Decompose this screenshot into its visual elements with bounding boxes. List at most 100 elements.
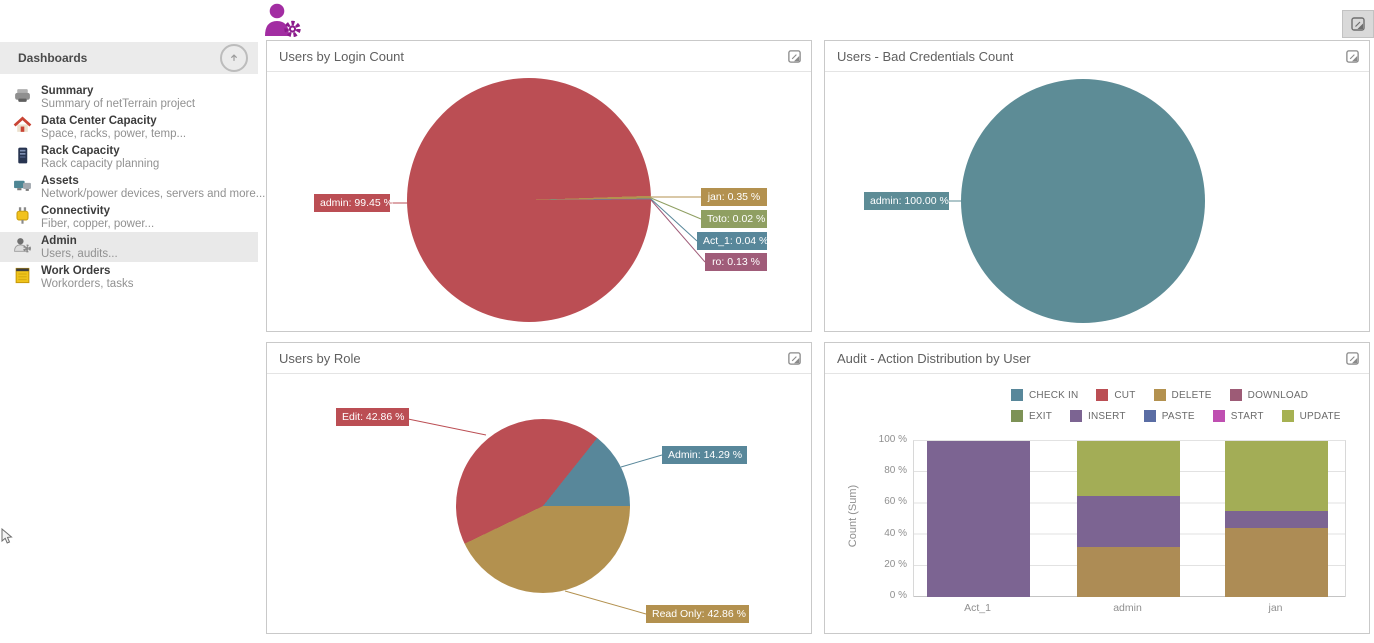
panel-users-bad-credentials: Users - Bad Credentials Count admin: 100… [824, 40, 1370, 332]
stacked-bar-jan[interactable] [1225, 441, 1328, 597]
sidebar-item-title: Summary [41, 85, 195, 98]
panel-header: Users by Role [267, 343, 811, 374]
bar-segment-update[interactable] [1225, 441, 1328, 511]
panel-users-by-role: Users by Role Edit: 42.86 % Admin: 14.29… [266, 342, 812, 634]
legend-item-start[interactable]: START [1213, 410, 1264, 422]
sidebar-item-subtitle: Workorders, tasks [41, 278, 133, 290]
y-tick: 60 % [865, 496, 907, 507]
sidebar-item-assets[interactable]: Assets Network/power devices, servers an… [0, 172, 258, 202]
sidebar-item-text: Assets Network/power devices, servers an… [41, 175, 265, 200]
pie-bad-credentials[interactable] [961, 79, 1205, 323]
sidebar-item-title: Admin [41, 235, 118, 248]
y-tick: 40 % [865, 528, 907, 539]
sidebar-item-summary[interactable]: Summary Summary of netTerrain project [0, 82, 258, 112]
pie-users-by-role[interactable] [456, 419, 630, 593]
sidebar-item-title: Assets [41, 175, 265, 188]
bar-segment-delete[interactable] [1225, 528, 1328, 597]
legend-swatch [1154, 389, 1166, 401]
panel-header: Audit - Action Distribution by User [825, 343, 1369, 374]
sidebar-item-subtitle: Users, audits... [41, 248, 118, 260]
bar-segment-insert[interactable] [927, 441, 1030, 597]
bar-segment-update[interactable] [1077, 441, 1180, 496]
export-page-button[interactable] [1342, 10, 1374, 38]
bar-segment-insert[interactable] [1225, 511, 1328, 528]
legend-item-exit[interactable]: EXIT [1011, 410, 1052, 422]
export-image-icon [1345, 351, 1360, 366]
sidebar-item-connectivity[interactable]: Connectivity Fiber, copper, power... [0, 202, 258, 232]
summary-icon [13, 86, 32, 105]
legend-item-paste[interactable]: PASTE [1144, 410, 1195, 422]
sidebar-item-data-center-capacity[interactable]: Data Center Capacity Space, racks, power… [0, 112, 258, 142]
connectivity-icon [13, 206, 32, 225]
bar-chart-legend: CHECK IN CUT DELETE DOWNLOAD EXIT INSERT… [1011, 389, 1365, 422]
bar-segment-delete[interactable] [1077, 547, 1180, 597]
export-image-icon [1350, 16, 1366, 32]
sidebar-item-subtitle: Summary of netTerrain project [41, 98, 195, 110]
panel-audit-action-distribution: Audit - Action Distribution by User CHEC… [824, 342, 1370, 634]
sidebar-item-text: Summary Summary of netTerrain project [41, 85, 195, 110]
sidebar-item-title: Rack Capacity [41, 145, 159, 158]
legend-label: UPDATE [1300, 411, 1341, 422]
sidebar-item-title: Data Center Capacity [41, 115, 186, 128]
legend-swatch [1011, 389, 1023, 401]
bar-segment-insert[interactable] [1077, 496, 1180, 547]
panel-title: Users by Role [279, 351, 785, 366]
sidebar-item-rack-capacity[interactable]: Rack Capacity Rack capacity planning [0, 142, 258, 172]
sidebar-item-admin[interactable]: Admin Users, audits... [0, 232, 258, 262]
y-tick: 0 % [865, 590, 907, 601]
sidebar-collapse-button[interactable] [220, 44, 248, 72]
legend-swatch [1282, 410, 1294, 422]
legend-label: START [1231, 411, 1264, 422]
sidebar-item-work-orders[interactable]: Work Orders Workorders, tasks [0, 262, 258, 292]
pie-label-admin: admin: 100.00 % [864, 192, 949, 210]
panel-title: Users by Login Count [279, 49, 785, 64]
sidebar-item-title: Connectivity [41, 205, 154, 218]
legend-label: PASTE [1162, 411, 1195, 422]
stacked-bar-act1[interactable] [927, 441, 1030, 597]
stacked-bar-admin[interactable] [1077, 441, 1180, 597]
export-chart-button[interactable] [785, 47, 803, 65]
legend-item-cut[interactable]: CUT [1096, 389, 1135, 401]
sidebar-header: Dashboards [0, 42, 258, 74]
pie-users-by-login-count[interactable] [407, 78, 651, 322]
sidebar-item-subtitle: Fiber, copper, power... [41, 218, 154, 230]
legend-item-insert[interactable]: INSERT [1070, 410, 1126, 422]
admin-icon [13, 236, 32, 255]
legend-label: EXIT [1029, 411, 1052, 422]
export-image-icon [787, 49, 802, 64]
pie-label-act1: Act_1: 0.04 % [697, 232, 767, 250]
sidebar-item-text: Data Center Capacity Space, racks, power… [41, 115, 186, 140]
arrow-up-icon [227, 51, 241, 65]
legend-label: CUT [1114, 390, 1135, 401]
legend-label: DELETE [1172, 390, 1212, 401]
legend-swatch [1011, 410, 1023, 422]
sidebar-item-title: Work Orders [41, 265, 133, 278]
user-gear-icon [263, 3, 303, 37]
export-chart-button[interactable] [1343, 349, 1361, 367]
panel-header: Users - Bad Credentials Count [825, 41, 1369, 72]
sidebar-item-subtitle: Rack capacity planning [41, 158, 159, 170]
sidebar-items: Summary Summary of netTerrain project Da… [0, 74, 258, 292]
legend-item-update[interactable]: UPDATE [1282, 410, 1341, 422]
pie-label-admin: Admin: 14.29 % [662, 446, 747, 464]
panel-users-by-login-count: Users by Login Count admin: 99.45 % jan:… [266, 40, 812, 332]
export-chart-button[interactable] [785, 349, 803, 367]
panel-title: Audit - Action Distribution by User [837, 351, 1343, 366]
pie-label-jan: jan: 0.35 % [701, 188, 767, 206]
pie-label-toto: Toto: 0.02 % [701, 210, 767, 228]
sidebar-item-subtitle: Space, racks, power, temp... [41, 128, 186, 140]
assets-icon [13, 176, 32, 195]
export-chart-button[interactable] [1343, 47, 1361, 65]
y-tick: 100 % [865, 434, 907, 445]
sidebar-item-text: Rack Capacity Rack capacity planning [41, 145, 159, 170]
dashboards-sidebar: Dashboards Summary Summary of netTerrain… [0, 42, 258, 292]
legend-item-download[interactable]: DOWNLOAD [1230, 389, 1309, 401]
legend-swatch [1070, 410, 1082, 422]
export-image-icon [1345, 49, 1360, 64]
pie-label-read-only: Read Only: 42.86 % [646, 605, 749, 623]
sidebar-item-text: Admin Users, audits... [41, 235, 118, 260]
legend-item-delete[interactable]: DELETE [1154, 389, 1212, 401]
panel-header: Users by Login Count [267, 41, 811, 72]
legend-item-check-in[interactable]: CHECK IN [1011, 389, 1078, 401]
x-tick-jan: jan [1224, 602, 1327, 614]
